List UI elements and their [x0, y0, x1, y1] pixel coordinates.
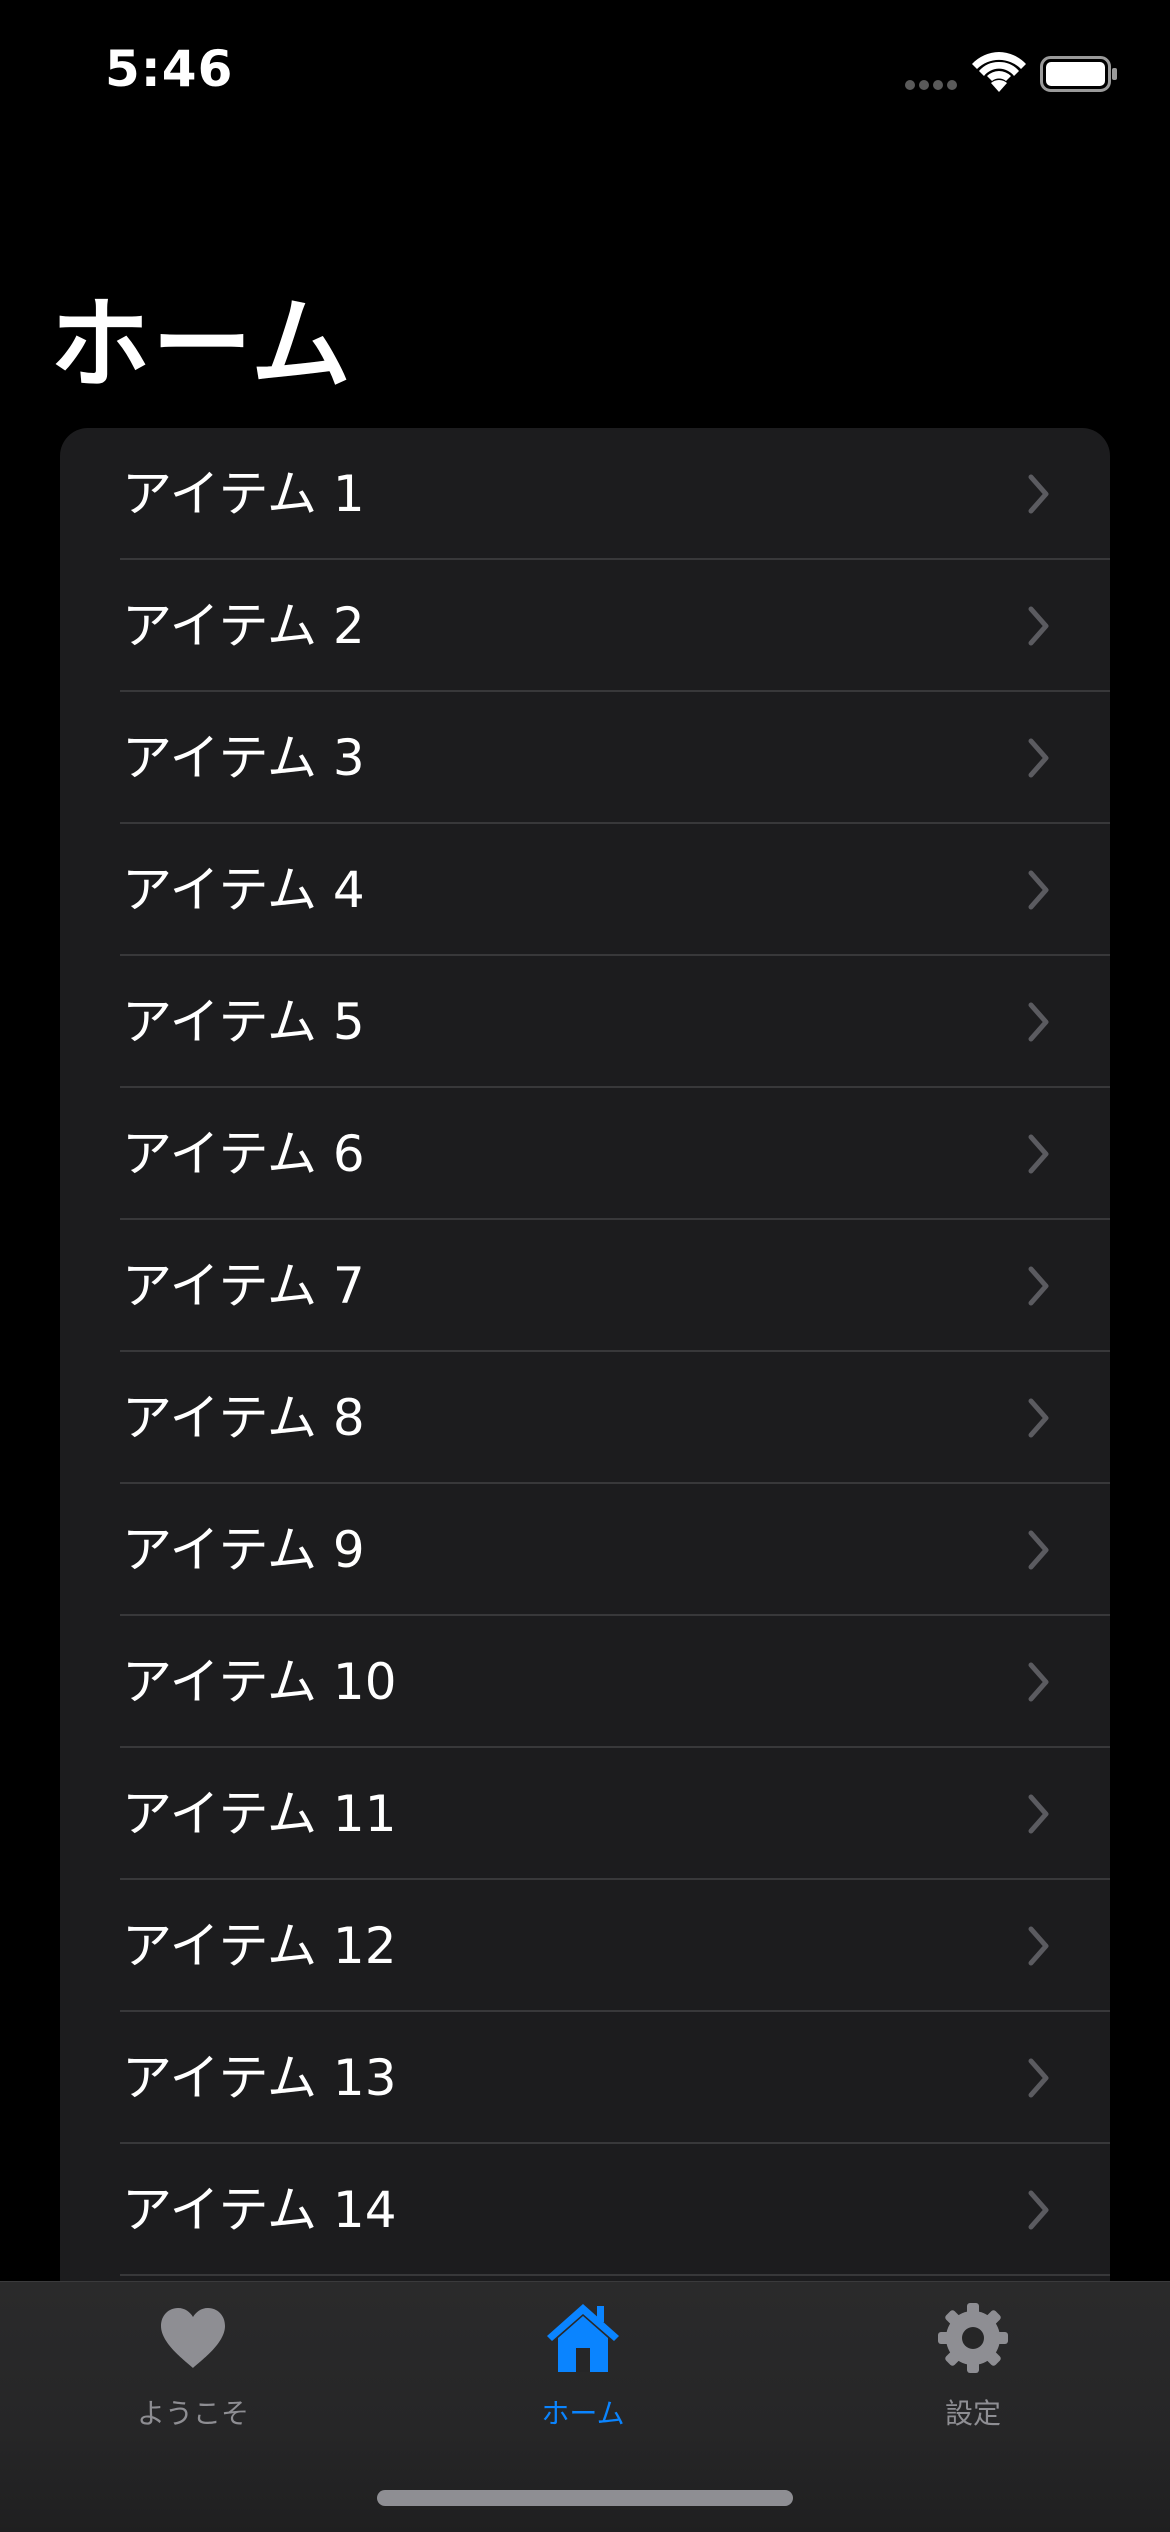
battery-icon — [1040, 56, 1117, 92]
list-item-label: アイテム 5 — [122, 993, 365, 1051]
item-list: アイテム 1 アイテム 2 アイテム 3 アイテム 4 アイテム 5 アイテム 6 アイテム… — [60, 428, 1110, 2328]
list-item[interactable]: アイテム 2 — [60, 560, 1110, 692]
list-item-label: アイテム 3 — [122, 729, 365, 787]
list-item-label: アイテム 13 — [122, 2049, 397, 2107]
list-item[interactable]: アイテム 10 — [60, 1616, 1110, 1748]
row-separator — [120, 2274, 1110, 2276]
list-item-label: アイテム 6 — [122, 1125, 365, 1183]
page-title: ホーム — [50, 286, 353, 403]
list-item[interactable]: アイテム 7 — [60, 1220, 1110, 1352]
cellular-signal-icon — [905, 80, 959, 90]
chevron-right-icon — [1028, 474, 1049, 514]
list-item[interactable]: アイテム 13 — [60, 2012, 1110, 2144]
chevron-right-icon — [1028, 1002, 1049, 1042]
list-item-label: アイテム 8 — [122, 1389, 365, 1447]
heart-icon — [161, 2308, 225, 2368]
app-screen: 5:46 ホーム アイテム 1 アイテム 2 アイテム 3 アイテム 4 アイテム 5ア… — [0, 0, 1170, 2532]
house-icon — [547, 2304, 619, 2372]
list-item[interactable]: アイテム 6 — [60, 1088, 1110, 1220]
tab-welcome[interactable]: ようこそ — [73, 2302, 313, 2452]
list-item[interactable]: アイテム 8 — [60, 1352, 1110, 1484]
list-item[interactable]: アイテム 11 — [60, 1748, 1110, 1880]
chevron-right-icon — [1028, 870, 1049, 910]
gear-icon — [938, 2303, 1008, 2373]
tab-bar: ようこそ ホーム 設定 — [0, 2281, 1170, 2532]
tab-settings-label: 設定 — [944, 2397, 1001, 2430]
list-item-label: アイテム 9 — [122, 1521, 365, 1579]
chevron-right-icon — [1028, 1266, 1049, 1306]
chevron-right-icon — [1028, 2190, 1049, 2230]
list-item-label: アイテム 7 — [122, 1257, 365, 1315]
chevron-right-icon — [1028, 1530, 1049, 1570]
list-item-label: アイテム 1 — [122, 465, 365, 523]
tab-home-label: ホーム — [541, 2397, 625, 2430]
list-item[interactable]: アイテム 4 — [60, 824, 1110, 956]
home-indicator — [377, 2490, 793, 2506]
list-item[interactable]: アイテム 12 — [60, 1880, 1110, 2012]
list-item-label: アイテム 14 — [122, 2181, 397, 2239]
chevron-right-icon — [1028, 1662, 1049, 1702]
list-item-label: アイテム 4 — [122, 861, 365, 919]
list-item[interactable]: アイテム 14 — [60, 2144, 1110, 2276]
tab-welcome-label: ようこそ — [136, 2397, 249, 2430]
list-item[interactable]: アイテム 1 — [60, 428, 1110, 560]
list-item-label: アイテム 12 — [122, 1917, 397, 1975]
chevron-right-icon — [1028, 1398, 1049, 1438]
list-item-label: アイテム 2 — [122, 597, 365, 655]
wifi-icon — [972, 52, 1026, 92]
list-item-label: アイテム 10 — [122, 1653, 397, 1711]
chevron-right-icon — [1028, 1134, 1049, 1174]
list-item-label: アイテム 11 — [122, 1785, 397, 1843]
status-time: 5:46 — [105, 40, 234, 98]
list-item[interactable]: アイテム 5 — [60, 956, 1110, 1088]
list-item[interactable]: アイテム 3 — [60, 692, 1110, 824]
chevron-right-icon — [1028, 738, 1049, 778]
chevron-right-icon — [1028, 1926, 1049, 1966]
tab-home[interactable]: ホーム — [463, 2302, 703, 2452]
status-bar: 5:46 — [0, 0, 1170, 140]
chevron-right-icon — [1028, 606, 1049, 646]
tab-settings[interactable]: 設定 — [853, 2302, 1093, 2452]
list-item[interactable]: アイテム 9 — [60, 1484, 1110, 1616]
chevron-right-icon — [1028, 2058, 1049, 2098]
chevron-right-icon — [1028, 1794, 1049, 1834]
